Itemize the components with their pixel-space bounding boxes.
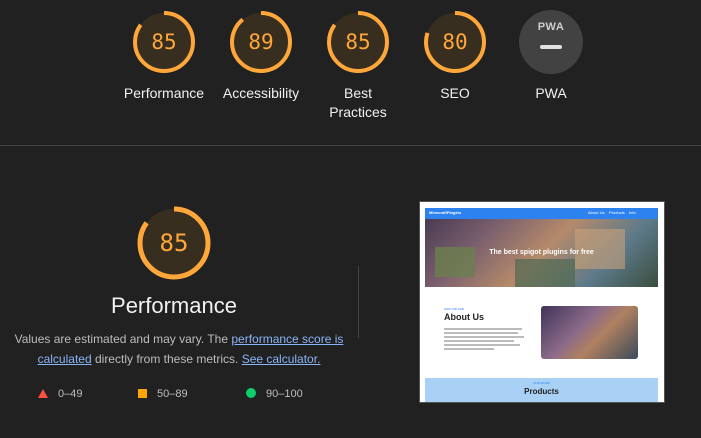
legend-range: 0–49 (58, 388, 83, 400)
legend-fail: 0–49 (38, 386, 82, 402)
hero-block (515, 259, 575, 287)
legend-average: 50–89 (138, 386, 188, 402)
gauge-label: SEO (440, 85, 470, 101)
see-calculator-link[interactable]: See calculator. (242, 352, 321, 366)
thumb-about-kicker: WHO WE ARE (444, 307, 464, 311)
pwa-badge-text: PWA (537, 21, 565, 33)
vertical-separator (358, 266, 359, 338)
desc-text: Values are estimated and may vary. The (14, 332, 232, 346)
thumb-about-image (541, 306, 638, 359)
gauge-performance[interactable]: 85 Performance (109, 10, 219, 103)
thumb-navbar: MinecraftPlugins About Us Products Info (425, 208, 658, 219)
performance-main-gauge: 85 (136, 205, 212, 281)
desc-text: directly from these metrics. (91, 352, 242, 366)
thumb-products-kicker: OUR WORK (533, 381, 550, 385)
pwa-badge-icon: PWA (519, 10, 583, 74)
final-screenshot-thumbnail[interactable]: MinecraftPlugins About Us Products Info … (419, 201, 665, 403)
thumb-products-title: Products (524, 387, 559, 396)
thumb-nav-link: About Us (588, 210, 605, 215)
gauge-label: PWA (535, 85, 567, 101)
gauge-label: Best Practices (329, 85, 387, 120)
gauge-score: 89 (248, 30, 274, 54)
fail-triangle-icon (38, 389, 48, 398)
thumb-nav-link: Info (629, 210, 636, 215)
thumb-hero-image: The best spigot plugins for free (425, 219, 658, 287)
thumb-nav-link: Products (609, 210, 625, 215)
gauge-score: 85 (345, 30, 371, 54)
gauge-accessibility[interactable]: 89 Accessibility (206, 10, 316, 103)
gauge-label: Accessibility (222, 85, 300, 101)
gauge-label: Performance (123, 85, 205, 101)
thumb-hero-tagline: The best spigot plugins for free (489, 249, 594, 256)
pwa-dash-icon (540, 45, 562, 49)
score-legend: 0–49 50–89 90–100 (38, 386, 338, 402)
pass-circle-icon (246, 388, 256, 398)
legend-pass: 90–100 (246, 386, 303, 402)
thumb-about-text (444, 328, 524, 352)
gauge-seo[interactable]: 80 SEO (400, 10, 510, 103)
thumb-about-title: About Us (444, 312, 484, 322)
gauge-score: 80 (442, 30, 468, 54)
average-square-icon (138, 389, 147, 398)
category-gauges-row: 85 Performance 89 Accessibility 85 Best … (0, 10, 701, 140)
gauge-score: 85 (151, 30, 177, 54)
thumb-products-section: OUR WORK Products (425, 378, 658, 402)
legend-range: 50–89 (157, 388, 188, 400)
performance-description: Values are estimated and may vary. The p… (14, 329, 344, 369)
section-divider (0, 145, 701, 146)
performance-score: 85 (159, 229, 189, 257)
gauge-best-practices[interactable]: 85 Best Practices (303, 10, 413, 122)
gauge-pwa[interactable]: PWA PWA (496, 10, 606, 103)
thumb-brand: MinecraftPlugins (429, 210, 462, 215)
legend-range: 90–100 (266, 388, 303, 400)
performance-title: Performance (111, 293, 237, 318)
